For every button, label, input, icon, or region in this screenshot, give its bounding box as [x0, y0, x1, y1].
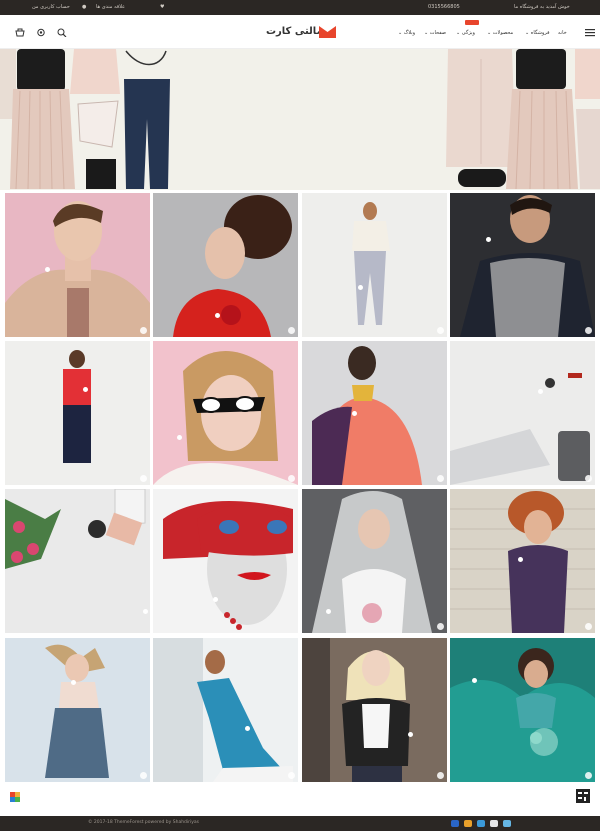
hotspot-dot[interactable]: [358, 285, 363, 290]
bag-icon[interactable]: [437, 623, 444, 630]
product-image: [312, 346, 422, 485]
gear-icon[interactable]: [36, 28, 46, 37]
cart-icon[interactable]: [15, 28, 25, 37]
product-tile[interactable]: [153, 193, 298, 337]
chevron-down-icon: ⌄: [456, 30, 461, 36]
search-icon[interactable]: [57, 28, 67, 37]
top-bar: خوش آمدید به فروشگاه ما 0315566805 علاقه…: [0, 0, 600, 15]
product-image: [302, 638, 410, 782]
menu-icon[interactable]: [585, 28, 595, 37]
hotspot-dot[interactable]: [538, 389, 543, 394]
phone-number[interactable]: 0315566805: [428, 4, 460, 10]
product-image: [352, 202, 390, 325]
hotspot-dot[interactable]: [408, 732, 413, 737]
product-image: [45, 644, 109, 778]
bag-icon[interactable]: [288, 475, 295, 482]
chevron-down-icon: ⌄: [424, 30, 429, 36]
hotspot-dot[interactable]: [472, 678, 477, 683]
hotspot-dot[interactable]: [71, 680, 76, 685]
account-link[interactable]: حساب کاربری من: [32, 4, 70, 10]
product-tile[interactable]: [5, 489, 150, 633]
user-icon: ●: [82, 4, 87, 10]
product-image: [5, 201, 150, 337]
chevron-down-icon: ⌄: [398, 30, 403, 36]
heart-icon: ♥: [160, 4, 165, 10]
hotspot-dot[interactable]: [215, 313, 220, 318]
bag-icon[interactable]: [585, 623, 592, 630]
bag-icon[interactable]: [140, 327, 147, 334]
product-tile[interactable]: [302, 341, 447, 485]
bag-icon[interactable]: [585, 475, 592, 482]
product-tile[interactable]: [5, 341, 150, 485]
copyright-text: © 2017-18 ThemeForest powered by Shahdir…: [88, 820, 200, 825]
discover-icon: [490, 820, 498, 827]
product-tile[interactable]: [153, 489, 298, 633]
product-tile[interactable]: [302, 193, 447, 337]
mastercard-icon: [464, 820, 472, 827]
bag-icon[interactable]: [288, 327, 295, 334]
paypal-icon: [477, 820, 485, 827]
hotspot-dot[interactable]: [213, 597, 218, 602]
bag-icon[interactable]: [585, 327, 592, 334]
hero-banner[interactable]: [0, 49, 600, 190]
nav-home[interactable]: خانه: [558, 30, 567, 36]
logo-text[interactable]: مالتی کارت: [266, 26, 323, 37]
logo-icon[interactable]: [319, 26, 336, 38]
hotspot-dot[interactable]: [352, 411, 357, 416]
bag-icon[interactable]: [437, 772, 444, 779]
product-tile[interactable]: [5, 638, 150, 782]
nav-shop[interactable]: فروشگاه ⌄: [525, 30, 549, 36]
product-image: [153, 351, 298, 485]
header: مالتی کارت وبلاگ ⌄ صفحات ⌄ ویژگی ⌄ محصول…: [0, 15, 600, 49]
product-image: [450, 373, 590, 485]
hotspot-dot[interactable]: [83, 387, 88, 392]
product-tile[interactable]: [302, 638, 447, 782]
hotspot-dot[interactable]: [326, 609, 331, 614]
nav-features[interactable]: ویژگی ⌄: [456, 30, 475, 36]
hotspot-dot[interactable]: [245, 726, 250, 731]
bag-icon[interactable]: [437, 475, 444, 482]
hotspot-dot[interactable]: [177, 435, 182, 440]
banner-illustration: [0, 49, 600, 190]
chevron-down-icon: ⌄: [487, 30, 492, 36]
product-image: [5, 489, 146, 569]
product-image: [153, 638, 293, 782]
new-badge: [465, 20, 479, 25]
bag-icon[interactable]: [585, 772, 592, 779]
product-tile[interactable]: [5, 193, 150, 337]
nav-products[interactable]: محصولات ⌄: [487, 30, 513, 36]
bag-icon[interactable]: [437, 327, 444, 334]
bag-icon[interactable]: [140, 772, 147, 779]
wishlist-link[interactable]: علاقه مندی ها: [96, 4, 125, 10]
hotspot-dot[interactable]: [518, 557, 523, 562]
product-image: [460, 195, 595, 337]
product-tile[interactable]: [153, 638, 298, 782]
brand-logo-icon[interactable]: [576, 789, 590, 803]
bag-icon[interactable]: [140, 475, 147, 482]
brand-logo-icon[interactable]: [10, 792, 20, 802]
product-tile[interactable]: [450, 193, 595, 337]
hotspot-dot[interactable]: [45, 267, 50, 272]
nav-pages[interactable]: صفحات ⌄: [424, 30, 446, 36]
product-image: [450, 648, 595, 782]
amex-icon: [503, 820, 511, 827]
product-image: [173, 195, 292, 337]
hotspot-dot[interactable]: [486, 237, 491, 242]
nav-blog[interactable]: وبلاگ ⌄: [398, 30, 415, 36]
product-tile[interactable]: [302, 489, 447, 633]
bottom-bar: © 2017-18 ThemeForest powered by Shahdir…: [0, 816, 600, 831]
product-image: [63, 350, 91, 463]
bag-icon[interactable]: [288, 772, 295, 779]
product-tile[interactable]: [450, 638, 595, 782]
footer: [0, 786, 600, 816]
welcome-text: خوش آمدید به فروشگاه ما: [514, 4, 570, 10]
product-tile[interactable]: [153, 341, 298, 485]
visa-icon: [451, 820, 459, 827]
product-image: [312, 491, 432, 633]
product-image: [163, 501, 293, 630]
product-tile[interactable]: [450, 341, 595, 485]
chevron-down-icon: ⌄: [525, 30, 530, 36]
hotspot-dot[interactable]: [143, 609, 148, 614]
product-tile[interactable]: [450, 489, 595, 633]
